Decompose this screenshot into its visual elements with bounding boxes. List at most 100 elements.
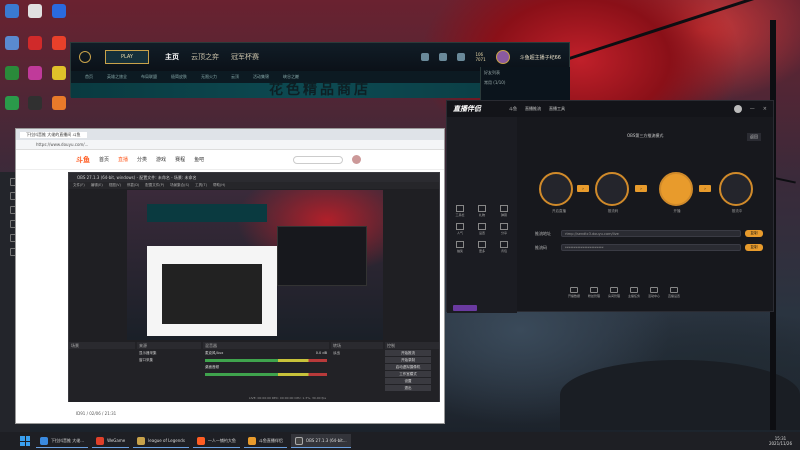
desktop-icon[interactable] bbox=[26, 4, 44, 19]
obs-menu-item[interactable]: 帮助(H) bbox=[213, 182, 225, 189]
side-tool-item[interactable]: 人气 bbox=[451, 223, 469, 235]
back-button[interactable]: 返回 bbox=[747, 133, 761, 141]
footer-tool[interactable]: 房间管理 bbox=[607, 287, 621, 298]
nav-item[interactable]: 首页 bbox=[99, 156, 109, 163]
address-bar[interactable]: https://www.douyu.com/... bbox=[36, 142, 88, 147]
next-arrow-button[interactable]: › bbox=[699, 185, 711, 192]
next-arrow-button[interactable]: › bbox=[577, 185, 589, 192]
side-tool-item[interactable]: 分享 bbox=[495, 223, 513, 235]
desktop-icon[interactable] bbox=[26, 66, 44, 81]
avatar[interactable] bbox=[495, 50, 510, 64]
search-input[interactable] bbox=[293, 155, 344, 164]
desktop-icon[interactable] bbox=[50, 66, 68, 81]
taskbar-item[interactable]: WeGame bbox=[92, 434, 130, 448]
desktop-icon[interactable] bbox=[50, 4, 68, 19]
obs-menu-item[interactable]: 停靠(D) bbox=[127, 182, 139, 189]
footer-tool[interactable]: 开播数据 bbox=[567, 287, 581, 298]
side-tool-item[interactable]: 工具栏 bbox=[451, 205, 469, 217]
lol-shield-icon[interactable] bbox=[421, 53, 430, 61]
lol-subnav-item[interactable]: 云顶 bbox=[231, 74, 239, 80]
obs-menu-item[interactable]: 视图(V) bbox=[109, 182, 121, 189]
obs-menu-item[interactable]: 工具(T) bbox=[195, 182, 207, 189]
promo-badge[interactable] bbox=[453, 305, 477, 311]
side-tool-item[interactable]: 抽奖 bbox=[451, 241, 469, 253]
taskbar: 下拉抖音推 大佬... WeGame league of Legends 一人一… bbox=[0, 432, 800, 450]
windows-start-icon[interactable] bbox=[20, 436, 30, 446]
desktop-icon[interactable] bbox=[26, 36, 44, 51]
lol-store-icon[interactable] bbox=[457, 53, 466, 61]
browser-tab[interactable]: 下拉抖音推 大佬的直播间 斗鱼 bbox=[20, 131, 87, 138]
virtual-camera-button[interactable]: 启动虚拟摄像机 bbox=[385, 364, 431, 370]
obs-menu-item[interactable]: 文件(F) bbox=[73, 182, 85, 189]
side-tool-item[interactable]: 更多 bbox=[473, 241, 491, 253]
footer-tool[interactable]: 粉丝管理 bbox=[587, 287, 601, 298]
assistant-tab[interactable]: 直播工具 bbox=[549, 106, 565, 112]
avatar[interactable] bbox=[352, 155, 362, 164]
obs-menu-item[interactable]: 场景集合(S) bbox=[170, 182, 189, 189]
nav-item[interactable]: 鱼吧 bbox=[194, 156, 204, 163]
desktop-icon[interactable] bbox=[50, 36, 68, 51]
system-clock[interactable]: 15:31 2021/11/26 bbox=[769, 436, 792, 446]
obs-preview[interactable] bbox=[127, 190, 383, 340]
exit-button[interactable]: 退出 bbox=[385, 385, 431, 391]
studio-mode-button[interactable]: 工作室模式 bbox=[385, 371, 431, 377]
obs-menu-item[interactable]: 编辑(E) bbox=[91, 182, 103, 189]
scenes-dock-header: 场景 bbox=[69, 342, 135, 349]
start-recording-button[interactable]: 开始录制 bbox=[385, 357, 431, 363]
nav-item[interactable]: 赛程 bbox=[175, 156, 185, 163]
lol-subnav-item[interactable]: 极简皮肤 bbox=[171, 74, 187, 80]
assistant-tab[interactable]: 斗鱼 bbox=[509, 106, 517, 112]
source-item[interactable]: 窗口采集 bbox=[137, 358, 201, 363]
minimize-icon[interactable]: — bbox=[750, 106, 755, 112]
assistant-tab[interactable]: 直播推流 bbox=[525, 106, 541, 112]
lol-subnav-item[interactable]: 峡谷之巅 bbox=[283, 74, 299, 80]
footer-tool[interactable]: 活动中心 bbox=[647, 287, 661, 298]
nav-item[interactable]: 直播 bbox=[118, 156, 128, 163]
taskbar-item[interactable]: 下拉抖音推 大佬... bbox=[36, 434, 89, 448]
settings-button[interactable]: 设置 bbox=[385, 378, 431, 384]
side-tool-item[interactable]: 设置 bbox=[473, 223, 491, 235]
lol-subnav-item[interactable]: 无限火力 bbox=[201, 74, 217, 80]
side-tool-item[interactable]: 礼物 bbox=[473, 205, 491, 217]
lol-nav-cup[interactable]: 冠军杯赛 bbox=[231, 52, 259, 62]
copy-address-button[interactable]: 复制 bbox=[745, 230, 763, 237]
footer-tool[interactable]: 主播任务 bbox=[627, 287, 641, 298]
desktop-icon[interactable] bbox=[26, 96, 44, 111]
copy-code-button[interactable]: 复制 bbox=[745, 244, 763, 251]
lol-nav-tft[interactable]: 云顶之弈 bbox=[191, 52, 219, 62]
taskbar-item[interactable]: league of Legends bbox=[133, 434, 189, 448]
start-streaming-button[interactable]: 开始推流 bbox=[385, 350, 431, 356]
obs-menu-item[interactable]: 配置文件(P) bbox=[145, 182, 164, 189]
lol-subnav-item[interactable]: 首页 bbox=[85, 74, 93, 80]
next-arrow-button[interactable]: › bbox=[635, 185, 647, 192]
taskbar-item[interactable]: OBS 27.1.3 (64-bit... bbox=[290, 434, 351, 448]
taskbar-item[interactable]: 一人一铺钓大鱼 bbox=[192, 434, 240, 448]
footer-tool[interactable]: 直播设置 bbox=[667, 287, 681, 298]
lol-bag-icon[interactable] bbox=[439, 53, 448, 61]
stream-code-field[interactable]: ********************** bbox=[561, 244, 741, 251]
desktop-icon[interactable] bbox=[3, 96, 21, 111]
code-label: 推流码 bbox=[535, 245, 547, 250]
taskbar-item[interactable]: 斗鱼直播伴侣 bbox=[243, 434, 287, 448]
lol-nav-home[interactable]: 主页 bbox=[165, 52, 179, 62]
play-button[interactable]: PLAY bbox=[105, 50, 149, 64]
step-label: 推流中 bbox=[731, 209, 743, 213]
nav-item[interactable]: 分类 bbox=[137, 156, 147, 163]
lol-subnav-item[interactable]: 布局联盟 bbox=[141, 74, 157, 80]
source-item[interactable]: 显示器采集 bbox=[137, 349, 201, 358]
lol-subnav-item[interactable]: 英雄之旅全 bbox=[107, 74, 127, 80]
avatar[interactable] bbox=[733, 105, 742, 113]
nav-item[interactable]: 游戏 bbox=[156, 156, 166, 163]
desktop-icon[interactable] bbox=[3, 4, 21, 19]
lol-subnav-item[interactable]: 活动集锦 bbox=[253, 74, 269, 80]
transition-select[interactable]: 淡出 bbox=[331, 349, 383, 358]
desktop-icon[interactable] bbox=[3, 36, 21, 51]
desktop-icon[interactable] bbox=[3, 66, 21, 81]
douyu-logo[interactable]: 斗鱼 bbox=[76, 155, 90, 165]
close-icon[interactable]: × bbox=[763, 106, 767, 112]
side-tool-item[interactable]: 背包 bbox=[495, 241, 513, 253]
side-tool-item[interactable]: 弹幕 bbox=[495, 205, 513, 217]
friends-group[interactable]: 常用 (1/10) bbox=[484, 80, 567, 86]
desktop-icon[interactable] bbox=[50, 96, 68, 111]
stream-address-field[interactable]: rtmp://sendtc3.douyu.com/live bbox=[561, 230, 741, 237]
